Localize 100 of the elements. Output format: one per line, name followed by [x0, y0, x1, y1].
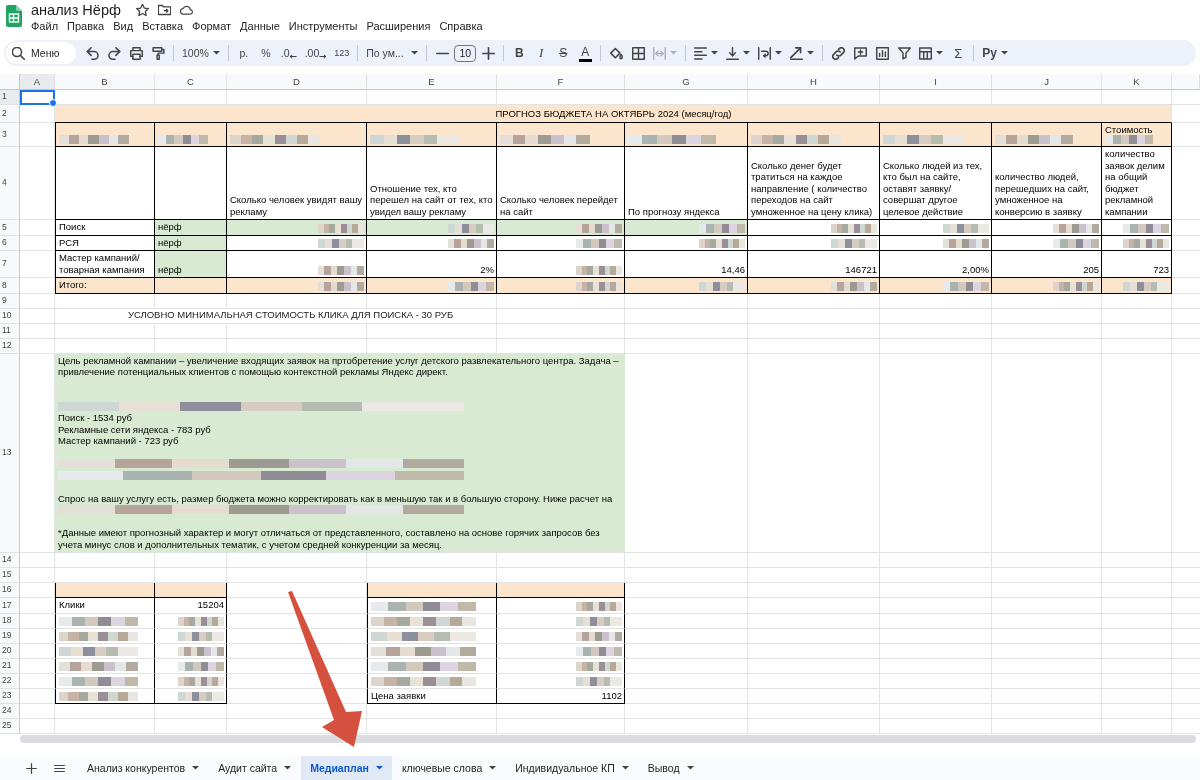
column-header[interactable]: H [748, 74, 880, 90]
row-number[interactable]: 16 [0, 583, 20, 598]
bold-button[interactable]: B [509, 42, 530, 64]
input-tools-button[interactable]: Ру [979, 42, 1011, 64]
row-number[interactable]: 2 [0, 105, 20, 123]
row-number[interactable]: 17 [0, 598, 20, 614]
pixelated-block [831, 281, 877, 291]
row-number[interactable]: 5 [0, 220, 20, 236]
align-left-icon [694, 46, 708, 60]
column-header[interactable]: B [55, 74, 155, 90]
text-color-button[interactable]: A [575, 42, 596, 64]
row-number[interactable]: 13 [0, 353, 20, 553]
sheet-tab[interactable]: Аудит сайта [209, 756, 301, 780]
column-header[interactable]: I [880, 74, 992, 90]
menu-item[interactable]: Справка [439, 19, 483, 32]
sheet-tab[interactable]: Медиаплан [301, 756, 392, 780]
caret-icon [936, 51, 944, 55]
sheet-tab[interactable]: Индивидуальное КП [506, 756, 638, 780]
borders-icon [631, 46, 645, 60]
pixelated-block [943, 239, 989, 248]
column-header[interactable]: D [227, 74, 367, 90]
pixelated-block [576, 601, 622, 611]
menu-item[interactable]: Вид [113, 19, 134, 32]
row-number[interactable]: 1 [0, 90, 20, 105]
functions-button[interactable]: Σ [948, 42, 969, 64]
plus-icon [481, 46, 495, 60]
document-title[interactable]: анализ Нёрф [31, 2, 121, 18]
pixelated-block [831, 239, 877, 248]
menu-item[interactable]: Формат [192, 19, 232, 32]
menu-item[interactable]: Расширения [366, 19, 431, 32]
percent-format-button[interactable]: % [255, 42, 276, 64]
row-number[interactable]: 3 [0, 122, 20, 147]
spreadsheet-logo-icon[interactable] [6, 5, 22, 27]
zoom-dropdown[interactable]: 100% [179, 42, 223, 64]
font-size-field[interactable]: 10 [454, 44, 477, 62]
caret-icon [489, 766, 497, 770]
description-cell: Отношение тех, кто перешел на сайт от тех, кто увидел вашу рекламу [367, 147, 497, 220]
pixelated-block [318, 239, 364, 248]
sheet-tab[interactable]: Вывод [638, 756, 703, 780]
sheet-tab[interactable]: Анализ конкурентов [78, 756, 209, 780]
menu-item[interactable]: Файл [31, 19, 59, 32]
caret-icon [807, 51, 815, 55]
caret-icon [621, 766, 629, 770]
folder-arrow-icon[interactable] [157, 4, 171, 16]
pixelated-block [576, 661, 622, 671]
strikethrough-button[interactable]: S [553, 42, 574, 64]
undo-icon [85, 46, 99, 60]
table-cell: 14,46 [625, 251, 748, 278]
column-header[interactable]: G [625, 74, 748, 90]
row-number[interactable]: 4 [0, 147, 20, 220]
number-format-button[interactable]: 123 [331, 42, 353, 64]
decrease-decimals-button[interactable]: .0 [277, 42, 300, 64]
pixelated-block [576, 266, 622, 275]
pixelated-block [576, 676, 622, 686]
horizontal-scrollbar[interactable] [20, 735, 1196, 743]
row-number[interactable]: 15 [0, 568, 20, 583]
row-number[interactable]: 24 [0, 704, 20, 719]
caret-icon [375, 766, 383, 770]
paint-roller-icon [151, 46, 165, 60]
filter-icon [897, 46, 911, 60]
caret-icon [670, 51, 678, 55]
pixelated-block [448, 281, 494, 291]
cloud-icon[interactable] [179, 4, 193, 16]
row-number[interactable]: 14 [0, 553, 20, 568]
comment-plus-icon [853, 46, 867, 60]
sheet-tab[interactable]: ключевые слова [392, 756, 506, 780]
pixelated-block [1123, 239, 1169, 248]
pixelated-block [178, 676, 224, 686]
plus-icon [25, 762, 37, 774]
text-line: Поиск - 1534 руб [58, 412, 132, 424]
caret-icon [686, 766, 694, 770]
column-header[interactable]: A [20, 74, 55, 90]
italic-button[interactable]: I [531, 42, 552, 64]
pixelated-block [699, 281, 745, 291]
row-number[interactable]: 7 [0, 251, 20, 278]
font-dropdown[interactable]: По ум... [363, 42, 422, 64]
paragraph: *Данные имеют прогнозный характер и могут отличаться от представленного, составлено на основе горячих запросов без учета минус слов и дополнительных тематик, с учетом средней конкуренции за месяц. [58, 527, 601, 550]
menu-item[interactable]: Инструменты [288, 19, 358, 32]
table-cell: нёрф [155, 220, 227, 236]
column-header[interactable]: E [367, 74, 497, 90]
star-icon[interactable] [135, 4, 149, 16]
table-icon [919, 46, 933, 60]
menu-search-button[interactable]: Меню [6, 42, 76, 64]
header-text: Стоимость [1105, 123, 1153, 135]
column-header[interactable]: C [155, 74, 227, 90]
pixelated-block [178, 616, 224, 626]
menu-item[interactable]: Данные [240, 19, 280, 32]
currency-format-button[interactable]: р. [233, 42, 254, 64]
column-header[interactable]: K [1102, 74, 1172, 90]
redo-icon [107, 46, 121, 60]
row-number[interactable]: 8 [0, 278, 20, 294]
menu-item[interactable]: Вставка [142, 19, 183, 32]
paint-bucket-icon [609, 46, 623, 60]
column-header[interactable]: F [497, 74, 625, 90]
caret-icon [212, 51, 220, 55]
increase-decimals-button[interactable]: .00 [301, 42, 330, 64]
pixelated-block [318, 281, 364, 291]
row-number[interactable]: 25 [0, 719, 20, 734]
column-header[interactable]: J [992, 74, 1102, 90]
menu-item[interactable]: Правка [67, 19, 105, 32]
